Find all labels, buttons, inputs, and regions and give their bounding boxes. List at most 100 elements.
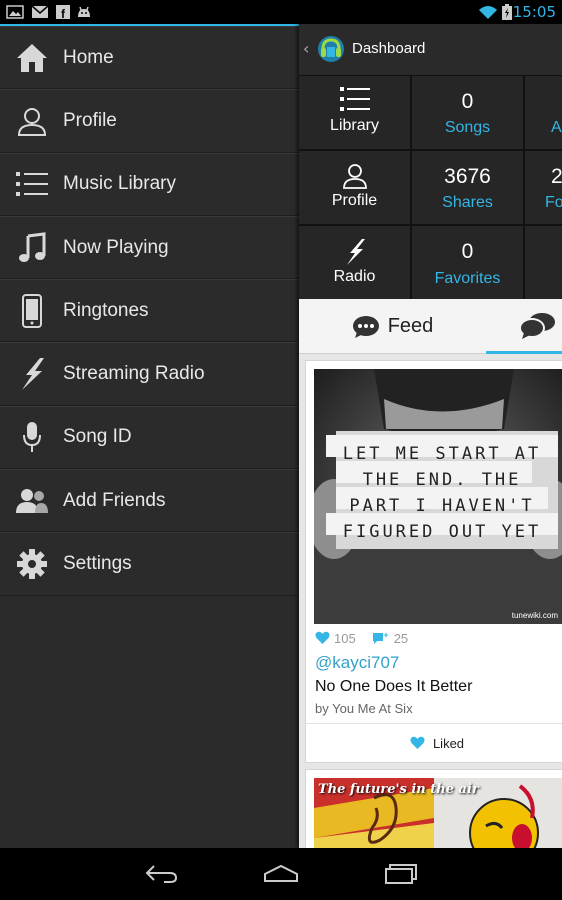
profile-icon bbox=[299, 163, 410, 189]
home-nav-icon bbox=[264, 864, 298, 882]
tab-feed[interactable]: Feed bbox=[299, 299, 486, 354]
image-text-line: LET ME START AT bbox=[342, 444, 542, 464]
picture-icon bbox=[6, 5, 24, 19]
drawer-item-home[interactable]: Home bbox=[0, 26, 299, 90]
wifi-icon bbox=[479, 6, 497, 19]
android-icon bbox=[78, 6, 90, 17]
friends-icon bbox=[14, 483, 50, 519]
image-text-line: THE END. THE bbox=[362, 470, 522, 490]
drawer-item-profile[interactable]: Profile bbox=[0, 89, 299, 153]
feed-tabs: Feed bbox=[299, 299, 562, 354]
post-username[interactable]: @kayci707 bbox=[315, 653, 399, 673]
profile-nav-cell[interactable]: Profile bbox=[299, 151, 410, 224]
post-artist: by You Me At Six bbox=[315, 701, 413, 716]
share-icon: + bbox=[372, 631, 388, 644]
drawer-item-add-friends[interactable]: Add Friends bbox=[0, 469, 299, 533]
liked-button[interactable]: Liked bbox=[306, 724, 562, 762]
app-logo-icon[interactable] bbox=[317, 35, 345, 63]
profile-icon bbox=[14, 103, 50, 139]
battery-icon bbox=[502, 4, 512, 20]
drawer-item-streaming-radio[interactable]: Streaming Radio bbox=[0, 342, 299, 406]
home-button[interactable] bbox=[261, 860, 301, 888]
chevron-left-icon[interactable]: ‹ bbox=[303, 39, 309, 58]
main-panel: ‹ Dashboard Library 0 Songs A Profile 36… bbox=[299, 24, 562, 848]
music-note-icon bbox=[14, 230, 50, 266]
gmail-icon bbox=[31, 5, 49, 18]
partial-stat-cell[interactable]: A bbox=[525, 76, 562, 149]
songs-label: Songs bbox=[444, 119, 491, 136]
feed-card[interactable]: tunewiki.com LET ME START AT THE END. TH… bbox=[305, 360, 562, 763]
list-icon bbox=[14, 166, 50, 202]
list-icon bbox=[299, 86, 410, 112]
profile-label: Profile bbox=[331, 192, 378, 209]
drawer-item-label: Add Friends bbox=[63, 489, 166, 511]
post-song-title[interactable]: No One Does It Better bbox=[315, 678, 472, 696]
heart-icon bbox=[410, 736, 425, 749]
drawer-item-label: Now Playing bbox=[63, 236, 169, 258]
drawer-item-label: Song ID bbox=[63, 426, 132, 448]
dashboard-grid: Library 0 Songs A Profile 3676 Shares 2 … bbox=[299, 76, 562, 299]
lightning-icon bbox=[14, 356, 50, 392]
drawer-item-label: Streaming Radio bbox=[63, 363, 205, 385]
partial-stat-label: A bbox=[551, 119, 562, 136]
active-tab-indicator bbox=[486, 351, 562, 354]
drawer-item-now-playing[interactable]: Now Playing bbox=[0, 215, 299, 280]
partial-stat-count: 2 bbox=[551, 165, 562, 188]
shares-count: 3676 bbox=[444, 165, 491, 188]
radio-label: Radio bbox=[333, 268, 376, 285]
chat-bubbles-icon bbox=[520, 313, 555, 339]
clock: 15:05 bbox=[512, 3, 556, 21]
drawer-item-label: Music Library bbox=[63, 173, 176, 195]
partial-stat-cell-2[interactable]: 2 Fo bbox=[525, 151, 562, 224]
gear-icon bbox=[14, 546, 50, 582]
songs-count: 0 bbox=[461, 90, 474, 113]
drawer-item-music-library[interactable]: Music Library bbox=[0, 152, 299, 216]
drawer-item-ringtones[interactable]: Ringtones bbox=[0, 279, 299, 343]
drawer-menu: Home Profile Music Library Now Playing R bbox=[0, 26, 299, 596]
lightning-icon bbox=[299, 238, 410, 266]
image-text: LET ME START AT THE END. THE PART I HAVE… bbox=[326, 441, 558, 545]
feed-card[interactable]: The future's in the air bbox=[305, 769, 562, 848]
action-bar: ‹ Dashboard bbox=[299, 24, 562, 76]
drawer-item-settings[interactable]: Settings bbox=[0, 532, 299, 596]
tab-messages[interactable] bbox=[486, 299, 562, 354]
favorites-label: Favorites bbox=[434, 270, 501, 287]
speech-bubble-icon bbox=[352, 315, 379, 338]
image-watermark: tunewiki.com bbox=[512, 611, 559, 620]
navigation-drawer: Home Profile Music Library Now Playing R bbox=[0, 24, 299, 848]
post-image-caption: The future's in the air bbox=[318, 782, 479, 797]
partial-stat-cell-3[interactable] bbox=[525, 226, 562, 299]
shares-label: Shares bbox=[442, 194, 493, 211]
drawer-item-label: Home bbox=[63, 46, 114, 68]
favorites-count: 0 bbox=[461, 240, 474, 263]
drawer-item-song-id[interactable]: Song ID bbox=[0, 405, 299, 470]
liked-label: Liked bbox=[432, 735, 465, 751]
image-text-line: FIGURED OUT YET bbox=[342, 522, 542, 542]
drawer-item-label: Ringtones bbox=[63, 299, 149, 321]
library-label: Library bbox=[330, 117, 379, 134]
svg-text:+: + bbox=[383, 631, 388, 640]
drawer-item-label: Profile bbox=[63, 109, 117, 131]
status-bar: f 15:05 bbox=[0, 0, 562, 24]
page-title: Dashboard bbox=[352, 40, 426, 57]
heart-icon bbox=[315, 631, 330, 644]
radio-nav-cell[interactable]: Radio bbox=[299, 226, 410, 299]
back-icon bbox=[145, 865, 178, 883]
back-button[interactable] bbox=[141, 860, 181, 888]
home-icon bbox=[14, 40, 50, 76]
shares-stat-cell[interactable]: 3676 Shares bbox=[412, 151, 523, 224]
post-stats: 105 + 25 bbox=[315, 629, 408, 647]
songs-stat-cell[interactable]: 0 Songs bbox=[412, 76, 523, 149]
like-count: 105 bbox=[334, 630, 356, 646]
recent-apps-button[interactable] bbox=[381, 860, 421, 888]
tab-feed-label: Feed bbox=[387, 315, 434, 337]
system-navigation-bar bbox=[0, 848, 562, 900]
library-nav-cell[interactable]: Library bbox=[299, 76, 410, 149]
image-text-line: PART I HAVEN'T bbox=[349, 496, 535, 516]
post-image[interactable]: tunewiki.com LET ME START AT THE END. TH… bbox=[314, 369, 562, 624]
microphone-icon bbox=[14, 419, 50, 455]
facebook-icon: f bbox=[56, 5, 70, 20]
drawer-item-label: Settings bbox=[63, 553, 132, 575]
post-image[interactable]: The future's in the air bbox=[314, 778, 562, 848]
favorites-stat-cell[interactable]: 0 Favorites bbox=[412, 226, 523, 299]
